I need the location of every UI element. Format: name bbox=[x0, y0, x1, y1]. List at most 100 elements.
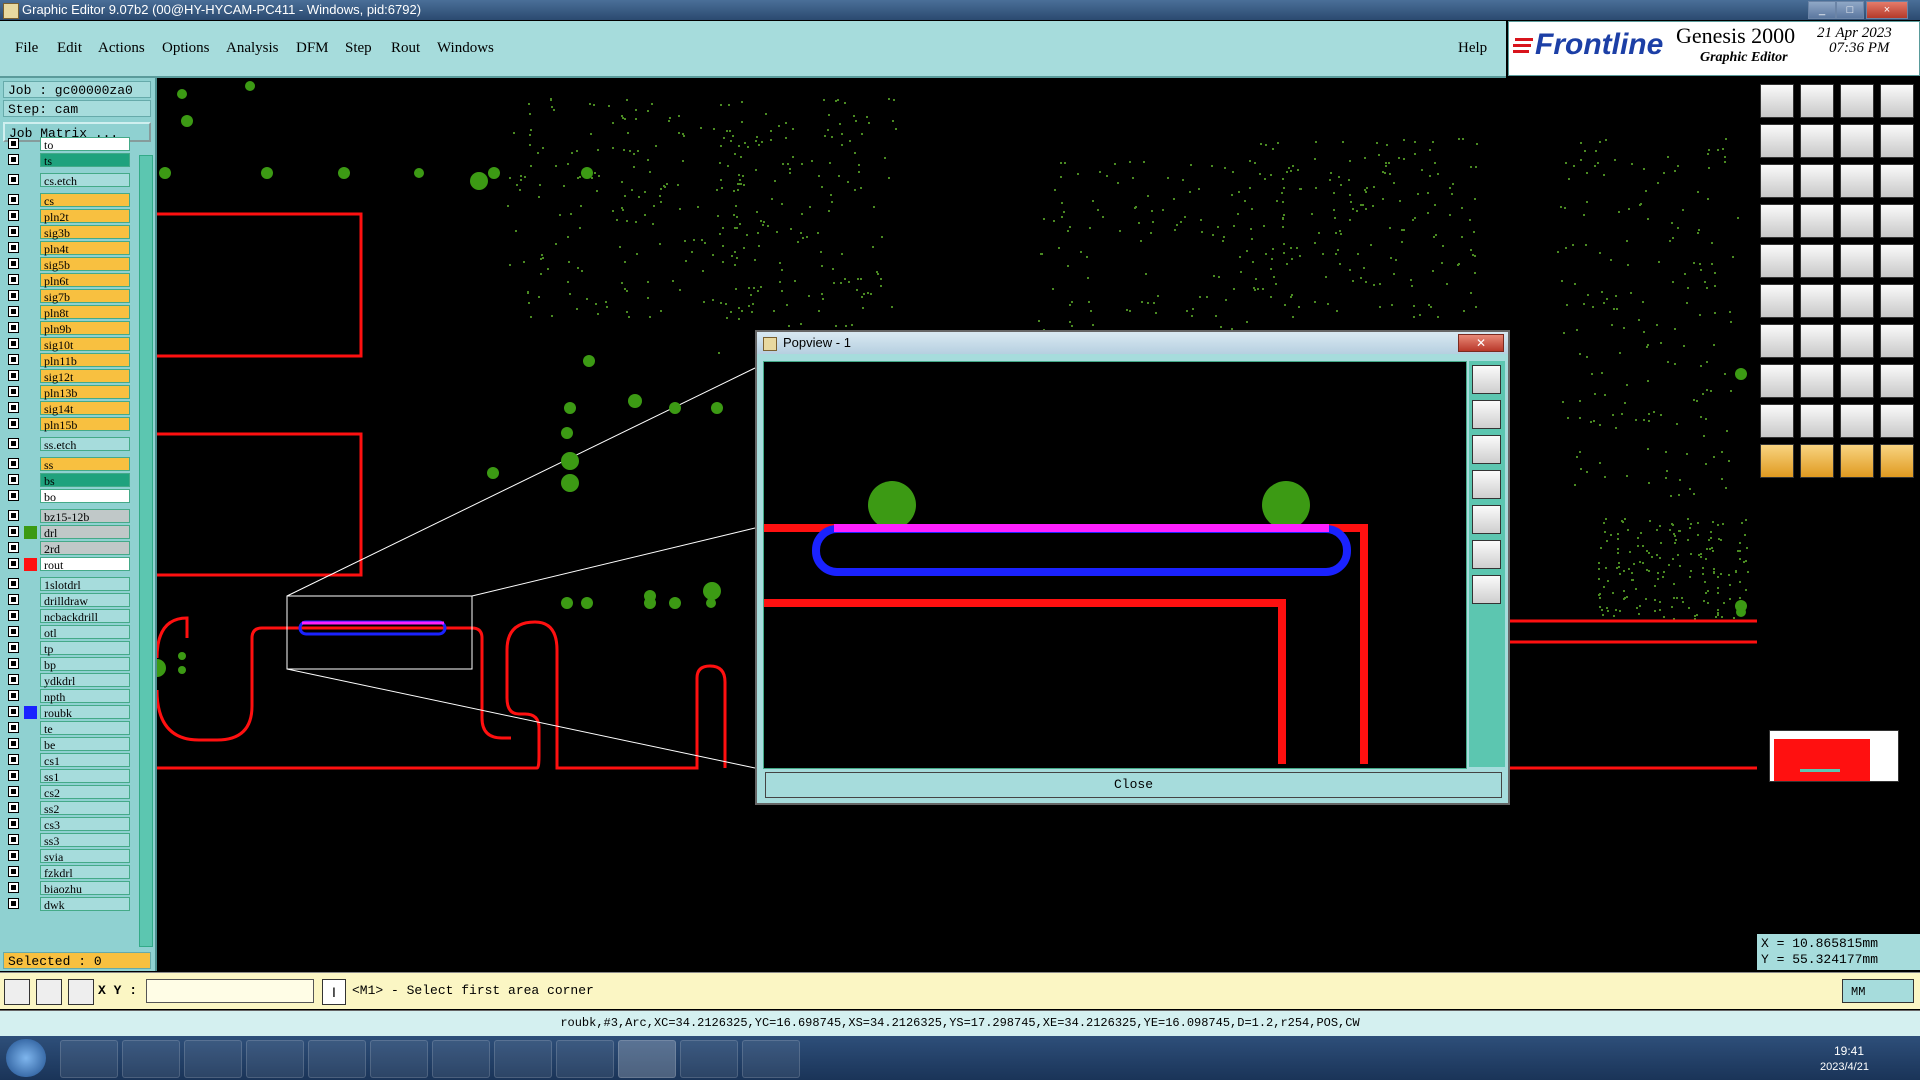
system-tray-icons[interactable] bbox=[1672, 1050, 1802, 1064]
layer-checkbox[interactable] bbox=[8, 642, 19, 653]
scale-icon[interactable] bbox=[1840, 164, 1874, 198]
snap-icon[interactable] bbox=[4, 979, 30, 1005]
layer-checkbox[interactable] bbox=[8, 610, 19, 621]
taskbar-app-8[interactable] bbox=[494, 1040, 552, 1078]
save-icon[interactable] bbox=[1800, 84, 1834, 118]
layer-checkbox[interactable] bbox=[8, 194, 19, 205]
layer-color-swatch[interactable] bbox=[24, 258, 37, 271]
layer-row-ss2[interactable]: ss2 bbox=[7, 801, 130, 816]
layer-row-to[interactable]: to bbox=[7, 137, 130, 152]
route-pointer-icon[interactable] bbox=[1880, 444, 1914, 478]
layer-color-swatch[interactable] bbox=[24, 490, 37, 503]
layer-color-swatch[interactable] bbox=[24, 850, 37, 863]
layer-checkbox[interactable] bbox=[8, 210, 19, 221]
layer-row-dwk[interactable]: dwk bbox=[7, 897, 130, 912]
taskbar-app-genesis[interactable] bbox=[618, 1040, 676, 1078]
add-icon[interactable] bbox=[1840, 284, 1874, 318]
layer-checkbox[interactable] bbox=[8, 850, 19, 861]
overview-map[interactable] bbox=[1769, 730, 1899, 782]
layer-name[interactable]: cs1 bbox=[40, 753, 130, 768]
layer-name[interactable]: sig5b bbox=[40, 257, 130, 272]
layer-row-pln4t[interactable]: pln4t bbox=[7, 241, 130, 256]
layer-name[interactable]: svia bbox=[40, 849, 130, 864]
layer-checkbox[interactable] bbox=[8, 174, 19, 185]
layer-color-swatch[interactable] bbox=[24, 306, 37, 319]
menu-edit[interactable]: Edit bbox=[57, 40, 82, 57]
layer-checkbox[interactable] bbox=[8, 658, 19, 669]
layer-color-swatch[interactable] bbox=[24, 474, 37, 487]
layer-row-bz15-12b[interactable]: bz15-12b bbox=[7, 509, 130, 524]
menu-analysis[interactable]: Analysis bbox=[226, 40, 279, 57]
layer-checkbox[interactable] bbox=[8, 402, 19, 413]
layer-color-swatch[interactable] bbox=[24, 458, 37, 471]
layer-name[interactable]: cs.etch bbox=[40, 173, 130, 188]
layer-name[interactable]: npth bbox=[40, 689, 130, 704]
layer-name[interactable]: cs3 bbox=[40, 817, 130, 832]
start-button[interactable] bbox=[6, 1039, 46, 1077]
layer-row-roubk[interactable]: roubk bbox=[7, 705, 130, 720]
taskbar-app-11[interactable] bbox=[680, 1040, 738, 1078]
pad-icon[interactable] bbox=[1880, 244, 1914, 278]
grid-icon[interactable] bbox=[68, 979, 94, 1005]
layer-color-swatch[interactable] bbox=[24, 194, 37, 207]
layer-checkbox[interactable] bbox=[8, 370, 19, 381]
layer-row-ydkdrl[interactable]: ydkdrl bbox=[7, 673, 130, 688]
layer-color-swatch[interactable] bbox=[24, 226, 37, 239]
layer-color-swatch[interactable] bbox=[24, 274, 37, 287]
layer-row-bo[interactable]: bo bbox=[7, 489, 130, 504]
layer-checkbox[interactable] bbox=[8, 354, 19, 365]
layer-color-swatch[interactable] bbox=[24, 706, 37, 719]
layer-checkbox[interactable] bbox=[8, 386, 19, 397]
menu-options[interactable]: Options bbox=[162, 40, 210, 57]
minus-icon[interactable] bbox=[1800, 364, 1834, 398]
layer-checkbox[interactable] bbox=[8, 626, 19, 637]
split-icon[interactable] bbox=[1880, 124, 1914, 158]
layer-name[interactable]: ss1 bbox=[40, 769, 130, 784]
layer-color-swatch[interactable] bbox=[24, 354, 37, 367]
layer-checkbox[interactable] bbox=[8, 490, 19, 501]
zoom-in-icon[interactable] bbox=[1472, 400, 1501, 429]
menu-actions[interactable]: Actions bbox=[98, 40, 145, 57]
layer-name[interactable]: bp bbox=[40, 657, 130, 672]
layer-color-swatch[interactable] bbox=[24, 338, 37, 351]
layer-color-swatch[interactable] bbox=[24, 690, 37, 703]
zoom-home-icon[interactable] bbox=[1472, 540, 1501, 569]
layer-checkbox[interactable] bbox=[8, 290, 19, 301]
layer-checkbox[interactable] bbox=[8, 458, 19, 469]
layer-name[interactable]: te bbox=[40, 721, 130, 736]
layer-color-swatch[interactable] bbox=[24, 402, 37, 415]
layer-checkbox[interactable] bbox=[8, 542, 19, 553]
pan-right-icon[interactable] bbox=[1472, 505, 1501, 534]
layer-name[interactable]: sig7b bbox=[40, 289, 130, 304]
layer-checkbox[interactable] bbox=[8, 882, 19, 893]
layer-checkbox[interactable] bbox=[8, 338, 19, 349]
layer-row-npth[interactable]: npth bbox=[7, 689, 130, 704]
layers-icon[interactable] bbox=[1840, 204, 1874, 238]
window-icon[interactable] bbox=[1880, 84, 1914, 118]
menu-file[interactable]: File bbox=[15, 40, 38, 57]
layer-color-swatch[interactable] bbox=[24, 322, 37, 335]
layer-name[interactable]: ss2 bbox=[40, 801, 130, 816]
net-icon[interactable] bbox=[1760, 284, 1794, 318]
layer-name[interactable]: tp bbox=[40, 641, 130, 656]
layer-checkbox[interactable] bbox=[8, 306, 19, 317]
taskbar-app-7[interactable] bbox=[432, 1040, 490, 1078]
layer-name[interactable]: sig3b bbox=[40, 225, 130, 240]
layer-checkbox[interactable] bbox=[8, 558, 19, 569]
triangle-icon[interactable] bbox=[1800, 404, 1834, 438]
layer-name[interactable]: 2rd bbox=[40, 541, 130, 556]
zoom-out-icon[interactable] bbox=[1472, 435, 1501, 464]
pointer-icon[interactable] bbox=[1760, 444, 1794, 478]
center-icon[interactable] bbox=[1800, 164, 1834, 198]
menu-step[interactable]: Step bbox=[345, 40, 372, 57]
help-icon[interactable] bbox=[1880, 164, 1914, 198]
layer-name[interactable]: sig14t bbox=[40, 401, 130, 416]
layer-color-swatch[interactable] bbox=[24, 386, 37, 399]
menu-help[interactable]: Help bbox=[1458, 40, 1487, 57]
menu-windows[interactable]: Windows bbox=[437, 40, 494, 57]
layer-color-swatch[interactable] bbox=[24, 626, 37, 639]
layer-name[interactable]: dwk bbox=[40, 897, 130, 912]
layer-row-sig3b[interactable]: sig3b bbox=[7, 225, 130, 240]
polygon-icon[interactable] bbox=[1880, 404, 1914, 438]
text-cursor-icon[interactable]: I bbox=[322, 979, 346, 1005]
